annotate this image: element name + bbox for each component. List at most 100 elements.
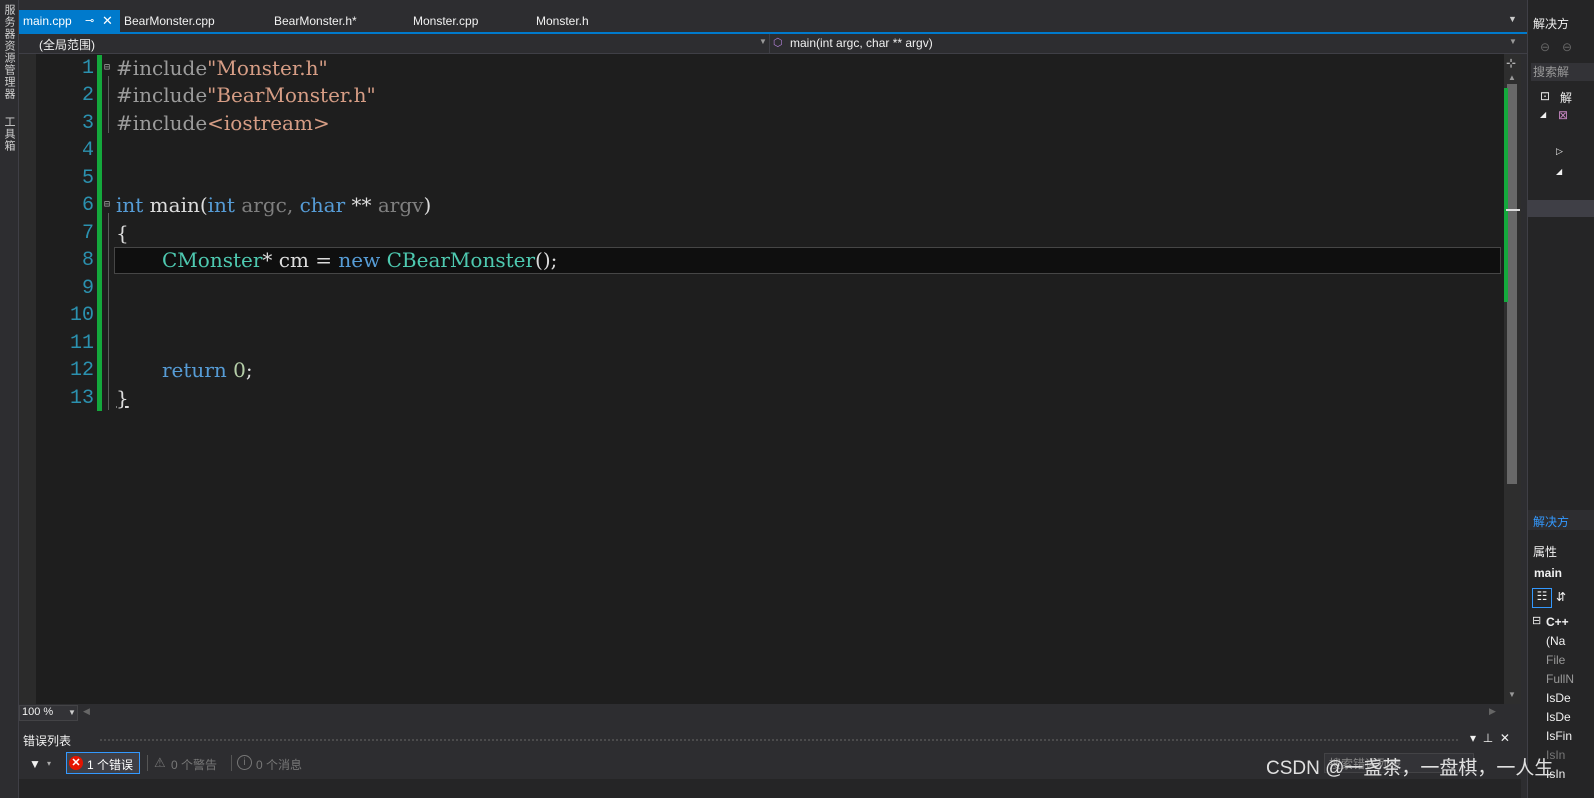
error-list-header: 错误列表 ▾ ⊥ ✕ xyxy=(19,730,1521,748)
scroll-up-icon[interactable]: ▲ xyxy=(1508,73,1516,82)
keyword: int xyxy=(207,193,235,217)
code-line: int main(int argc, char ** argv) xyxy=(116,192,431,219)
properties-title: 属性 xyxy=(1533,545,1558,559)
brace: { xyxy=(116,221,129,245)
code-line: return 0; xyxy=(162,357,253,384)
punctuation: (); xyxy=(535,248,558,272)
panel-grip xyxy=(99,738,1459,742)
document-tab-bar: main.cpp ⊸ ✕ BearMonster.cpp BearMonster… xyxy=(19,10,1527,32)
line-number: 2 xyxy=(81,84,94,107)
tab-monster-h[interactable]: Monster.h xyxy=(532,10,589,32)
errors-count: 1 个错误 xyxy=(87,758,134,772)
pin-icon[interactable]: ⊸ xyxy=(85,10,94,32)
tab-label: BearMonster.h* xyxy=(274,14,357,28)
solution-search-input[interactable]: 搜索解 xyxy=(1531,63,1594,81)
close-icon[interactable]: ✕ xyxy=(102,10,113,32)
back-icon[interactable]: ⊖ xyxy=(1540,40,1550,54)
chevron-down-icon[interactable]: ▾ xyxy=(47,759,51,768)
split-window-icon[interactable]: ⊹ xyxy=(1506,56,1516,70)
property-name[interactable]: File xyxy=(1546,653,1565,667)
line-number: 3 xyxy=(81,112,94,135)
code-line: #include<iostream> xyxy=(116,110,330,137)
property-name[interactable]: IsFin xyxy=(1546,729,1572,743)
property-name[interactable]: IsDe xyxy=(1546,710,1571,724)
line-number: 4 xyxy=(81,139,94,162)
outline-guide xyxy=(108,76,109,133)
expand-icon[interactable]: ◢ xyxy=(1556,167,1562,176)
project-icon: ⊠ xyxy=(1558,108,1569,122)
preprocessor-directive: #include xyxy=(116,111,208,135)
left-tool-strip: 服务器资源管理器 工具箱 xyxy=(0,0,19,798)
chevron-down-icon[interactable]: ▼ xyxy=(759,37,767,46)
tree-selected-row[interactable] xyxy=(1528,200,1594,217)
collapse-icon[interactable]: ⊟ xyxy=(1532,614,1541,627)
line-number: 9 xyxy=(81,277,94,300)
tab-solution-explorer[interactable]: 解决方 xyxy=(1533,513,1569,530)
line-number: 8 xyxy=(81,249,94,272)
watermark: CSDN @一盏茶，一盘棋，一人生 xyxy=(1266,758,1554,779)
expand-icon[interactable]: ◢ xyxy=(1540,110,1546,119)
selection-margin xyxy=(19,54,36,704)
tab-bearmonster-h[interactable]: BearMonster.h* xyxy=(270,10,357,32)
chevron-down-icon[interactable]: ▼ xyxy=(68,708,76,717)
code-line: { xyxy=(116,220,129,247)
collapse-icon[interactable]: ⊟ xyxy=(104,199,110,210)
tab-monster-cpp[interactable]: Monster.cpp xyxy=(409,10,478,32)
zoom-dropdown[interactable]: 100 % ▼ xyxy=(19,705,78,721)
include-path: "Monster.h" xyxy=(207,56,328,80)
scrollbar-thumb[interactable] xyxy=(1507,84,1517,484)
line-number: 13 xyxy=(69,387,94,410)
line-number: 6 xyxy=(81,194,94,217)
scrollbar-change-marker xyxy=(1504,88,1508,302)
categorized-icon[interactable]: ☷ xyxy=(1532,588,1552,608)
code-line: #include"Monster.h" xyxy=(116,55,328,82)
property-name[interactable]: FullN xyxy=(1546,672,1574,686)
navigation-bar: (全局范围) ▼ ⬡ main(int argc, char ** argv) … xyxy=(19,34,1527,54)
keyword: int xyxy=(116,193,144,217)
punctuation: ) xyxy=(423,193,432,217)
keyword: char xyxy=(299,193,346,217)
property-name[interactable]: (Na xyxy=(1546,634,1565,648)
line-number: 11 xyxy=(69,332,94,355)
punctuation: , xyxy=(286,193,300,217)
scroll-left-icon[interactable]: ◀ xyxy=(83,706,90,717)
panel-tab-strip: 解决方 xyxy=(1528,510,1594,530)
code-line: #include"BearMonster.h" xyxy=(116,82,376,109)
solution-node[interactable]: 解 xyxy=(1560,89,1572,106)
collapse-icon[interactable]: ⊟ xyxy=(104,62,110,73)
expand-icon[interactable]: ▷ xyxy=(1556,146,1563,157)
tab-overflow-dropdown-icon[interactable]: ▼ xyxy=(1508,14,1517,24)
close-icon[interactable]: ✕ xyxy=(1500,731,1510,745)
scope-dropdown[interactable]: (全局范围) xyxy=(39,36,95,53)
chevron-down-icon[interactable]: ▼ xyxy=(1509,37,1517,46)
line-number: 5 xyxy=(81,167,94,190)
alphabetical-icon[interactable]: ⇵ xyxy=(1556,590,1566,604)
number-literal: 0 xyxy=(233,358,246,382)
punctuation: ; xyxy=(245,358,253,382)
warnings-count[interactable]: 0 个警告 xyxy=(171,756,217,773)
forward-icon[interactable]: ⊖ xyxy=(1562,40,1572,54)
scroll-down-icon[interactable]: ▼ xyxy=(1508,690,1516,699)
function-icon: ⬡ xyxy=(773,37,783,49)
panel-controls: ▾ ⊥ ✕ xyxy=(1470,731,1510,745)
properties-object: main xyxy=(1534,566,1563,580)
tab-label: BearMonster.cpp xyxy=(124,14,215,28)
error-icon: ✕ xyxy=(69,756,83,770)
property-name[interactable]: IsDe xyxy=(1546,691,1571,705)
function-dropdown[interactable]: main(int argc, char ** argv) xyxy=(790,36,933,50)
tab-label: Monster.h xyxy=(536,14,589,28)
server-explorer-tab[interactable]: 服务器资源管理器 xyxy=(1,4,17,100)
scroll-right-icon[interactable]: ▶ xyxy=(1489,706,1496,717)
filter-icon[interactable]: ▼ xyxy=(29,757,41,771)
tab-main-cpp[interactable]: main.cpp ⊸ ✕ xyxy=(19,10,120,32)
toolbox-tab[interactable]: 工具箱 xyxy=(1,116,17,152)
errors-filter-button[interactable]: ✕ 1 个错误 xyxy=(66,752,140,774)
include-path: "BearMonster.h" xyxy=(207,83,376,107)
pin-icon[interactable]: ⊥ xyxy=(1483,731,1493,745)
divider xyxy=(769,34,770,53)
dropdown-icon[interactable]: ▾ xyxy=(1470,731,1476,745)
parameter: argc xyxy=(234,193,287,217)
type-name: CBearMonster xyxy=(386,248,536,272)
messages-count[interactable]: 0 个消息 xyxy=(256,756,302,773)
tab-bearmonster-cpp[interactable]: BearMonster.cpp xyxy=(120,10,215,32)
